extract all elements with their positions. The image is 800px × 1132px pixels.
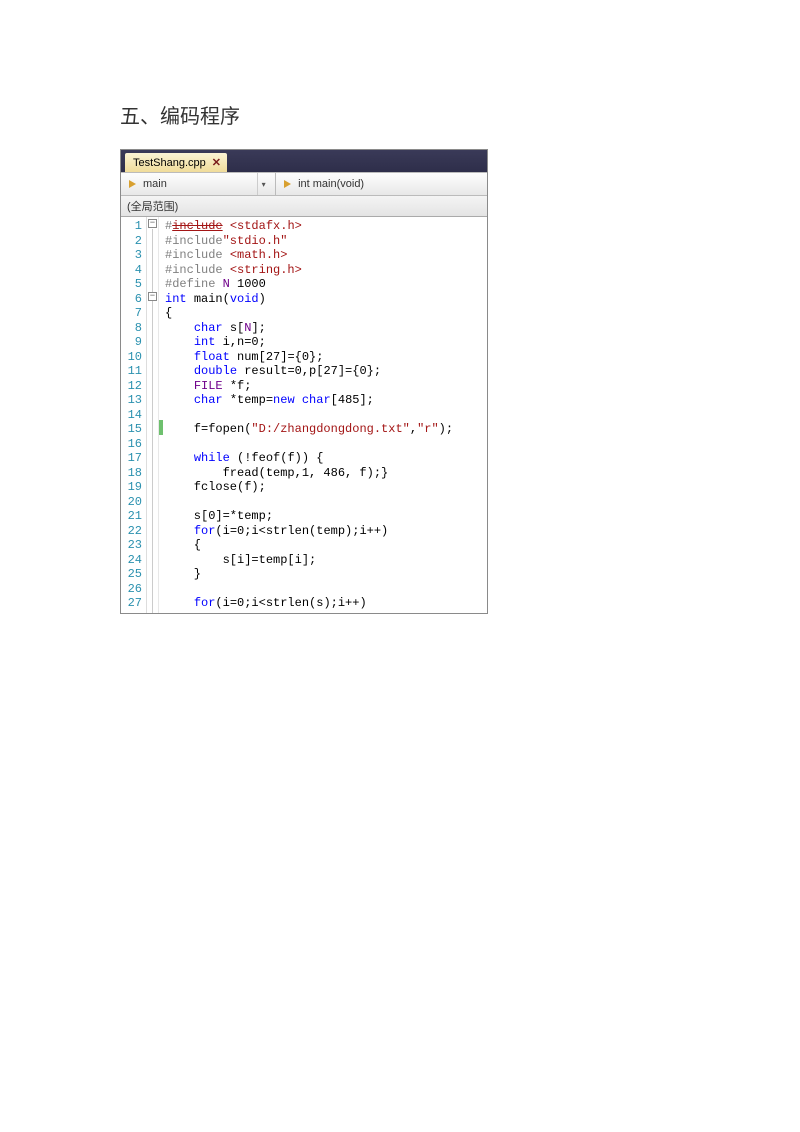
nav-left-label: main (143, 178, 167, 190)
fold-guide-line (152, 229, 153, 613)
line-number: 13 (123, 393, 142, 408)
code-line[interactable]: fclose(f); (165, 480, 453, 495)
modified-line-marker (159, 420, 163, 435)
code-line[interactable]: while (!feof(f)) { (165, 451, 453, 466)
code-line[interactable]: s[i]=temp[i]; (165, 553, 453, 568)
code-area[interactable]: 1234567891011121314151617181920212223242… (121, 217, 487, 613)
line-number: 10 (123, 350, 142, 365)
line-number: 8 (123, 321, 142, 336)
line-number: 17 (123, 451, 142, 466)
code-line[interactable]: char *temp=new char[485]; (165, 393, 453, 408)
code-line[interactable]: #define N 1000 (165, 277, 453, 292)
tab-filename: TestShang.cpp (133, 157, 206, 169)
code-line[interactable]: s[0]=*temp; (165, 509, 453, 524)
line-number: 22 (123, 524, 142, 539)
nav-member-dropdown[interactable]: int main(void) (276, 173, 487, 195)
line-number: 11 (123, 364, 142, 379)
code-line[interactable]: #include <math.h> (165, 248, 453, 263)
code-line[interactable]: } (165, 567, 453, 582)
code-editor-window: TestShang.cpp ✕ main ▾ int main(void) (全… (120, 149, 488, 614)
code-line[interactable]: int i,n=0; (165, 335, 453, 350)
line-number-gutter: 1234567891011121314151617181920212223242… (121, 217, 147, 613)
line-number: 6 (123, 292, 142, 307)
code-line[interactable]: #include"stdio.h" (165, 234, 453, 249)
tab-bar: TestShang.cpp ✕ (121, 150, 487, 172)
nav-scope-dropdown[interactable]: main ▾ (121, 173, 276, 195)
nav-arrow-icon (127, 178, 139, 190)
line-number: 5 (123, 277, 142, 292)
code-line[interactable] (165, 437, 453, 452)
line-number: 26 (123, 582, 142, 597)
code-text[interactable]: #include <stdafx.h>#include"stdio.h"#inc… (163, 217, 453, 613)
line-number: 1 (123, 219, 142, 234)
code-line[interactable] (165, 582, 453, 597)
fold-column[interactable]: − − (147, 217, 159, 613)
line-number: 21 (123, 509, 142, 524)
line-number: 16 (123, 437, 142, 452)
section-heading: 五、编码程序 (120, 100, 800, 129)
code-line[interactable]: int main(void) (165, 292, 453, 307)
editor-tab[interactable]: TestShang.cpp ✕ (125, 153, 227, 172)
fold-toggle-icon[interactable]: − (148, 292, 157, 301)
chevron-down-icon[interactable]: ▾ (257, 173, 269, 195)
nav-arrow-icon (282, 178, 294, 190)
code-line[interactable]: FILE *f; (165, 379, 453, 394)
nav-right-label: int main(void) (298, 178, 364, 190)
code-line[interactable]: { (165, 538, 453, 553)
line-number: 18 (123, 466, 142, 481)
line-number: 15 (123, 422, 142, 437)
code-line[interactable]: float num[27]={0}; (165, 350, 453, 365)
code-line[interactable]: f=fopen("D:/zhangdongdong.txt","r"); (165, 422, 453, 437)
line-number: 12 (123, 379, 142, 394)
change-indicator-column (159, 217, 163, 613)
code-line[interactable]: #include <string.h> (165, 263, 453, 278)
code-line[interactable] (165, 408, 453, 423)
navigation-bar: main ▾ int main(void) (121, 172, 487, 196)
line-number: 27 (123, 596, 142, 611)
code-line[interactable]: for(i=0;i<strlen(s);i++) (165, 596, 453, 611)
fold-toggle-icon[interactable]: − (148, 219, 157, 228)
line-number: 2 (123, 234, 142, 249)
line-number: 23 (123, 538, 142, 553)
code-line[interactable]: char s[N]; (165, 321, 453, 336)
line-number: 25 (123, 567, 142, 582)
line-number: 19 (123, 480, 142, 495)
line-number: 7 (123, 306, 142, 321)
code-line[interactable] (165, 495, 453, 510)
scope-label: (全局范围) (121, 196, 487, 217)
line-number: 20 (123, 495, 142, 510)
line-number: 14 (123, 408, 142, 423)
code-line[interactable]: { (165, 306, 453, 321)
code-line[interactable]: #include <stdafx.h> (165, 219, 453, 234)
code-line[interactable]: for(i=0;i<strlen(temp);i++) (165, 524, 453, 539)
line-number: 4 (123, 263, 142, 278)
code-line[interactable]: fread(temp,1, 486, f);} (165, 466, 453, 481)
line-number: 3 (123, 248, 142, 263)
code-line[interactable]: double result=0,p[27]={0}; (165, 364, 453, 379)
line-number: 9 (123, 335, 142, 350)
tab-close-icon[interactable]: ✕ (212, 156, 221, 169)
line-number: 24 (123, 553, 142, 568)
